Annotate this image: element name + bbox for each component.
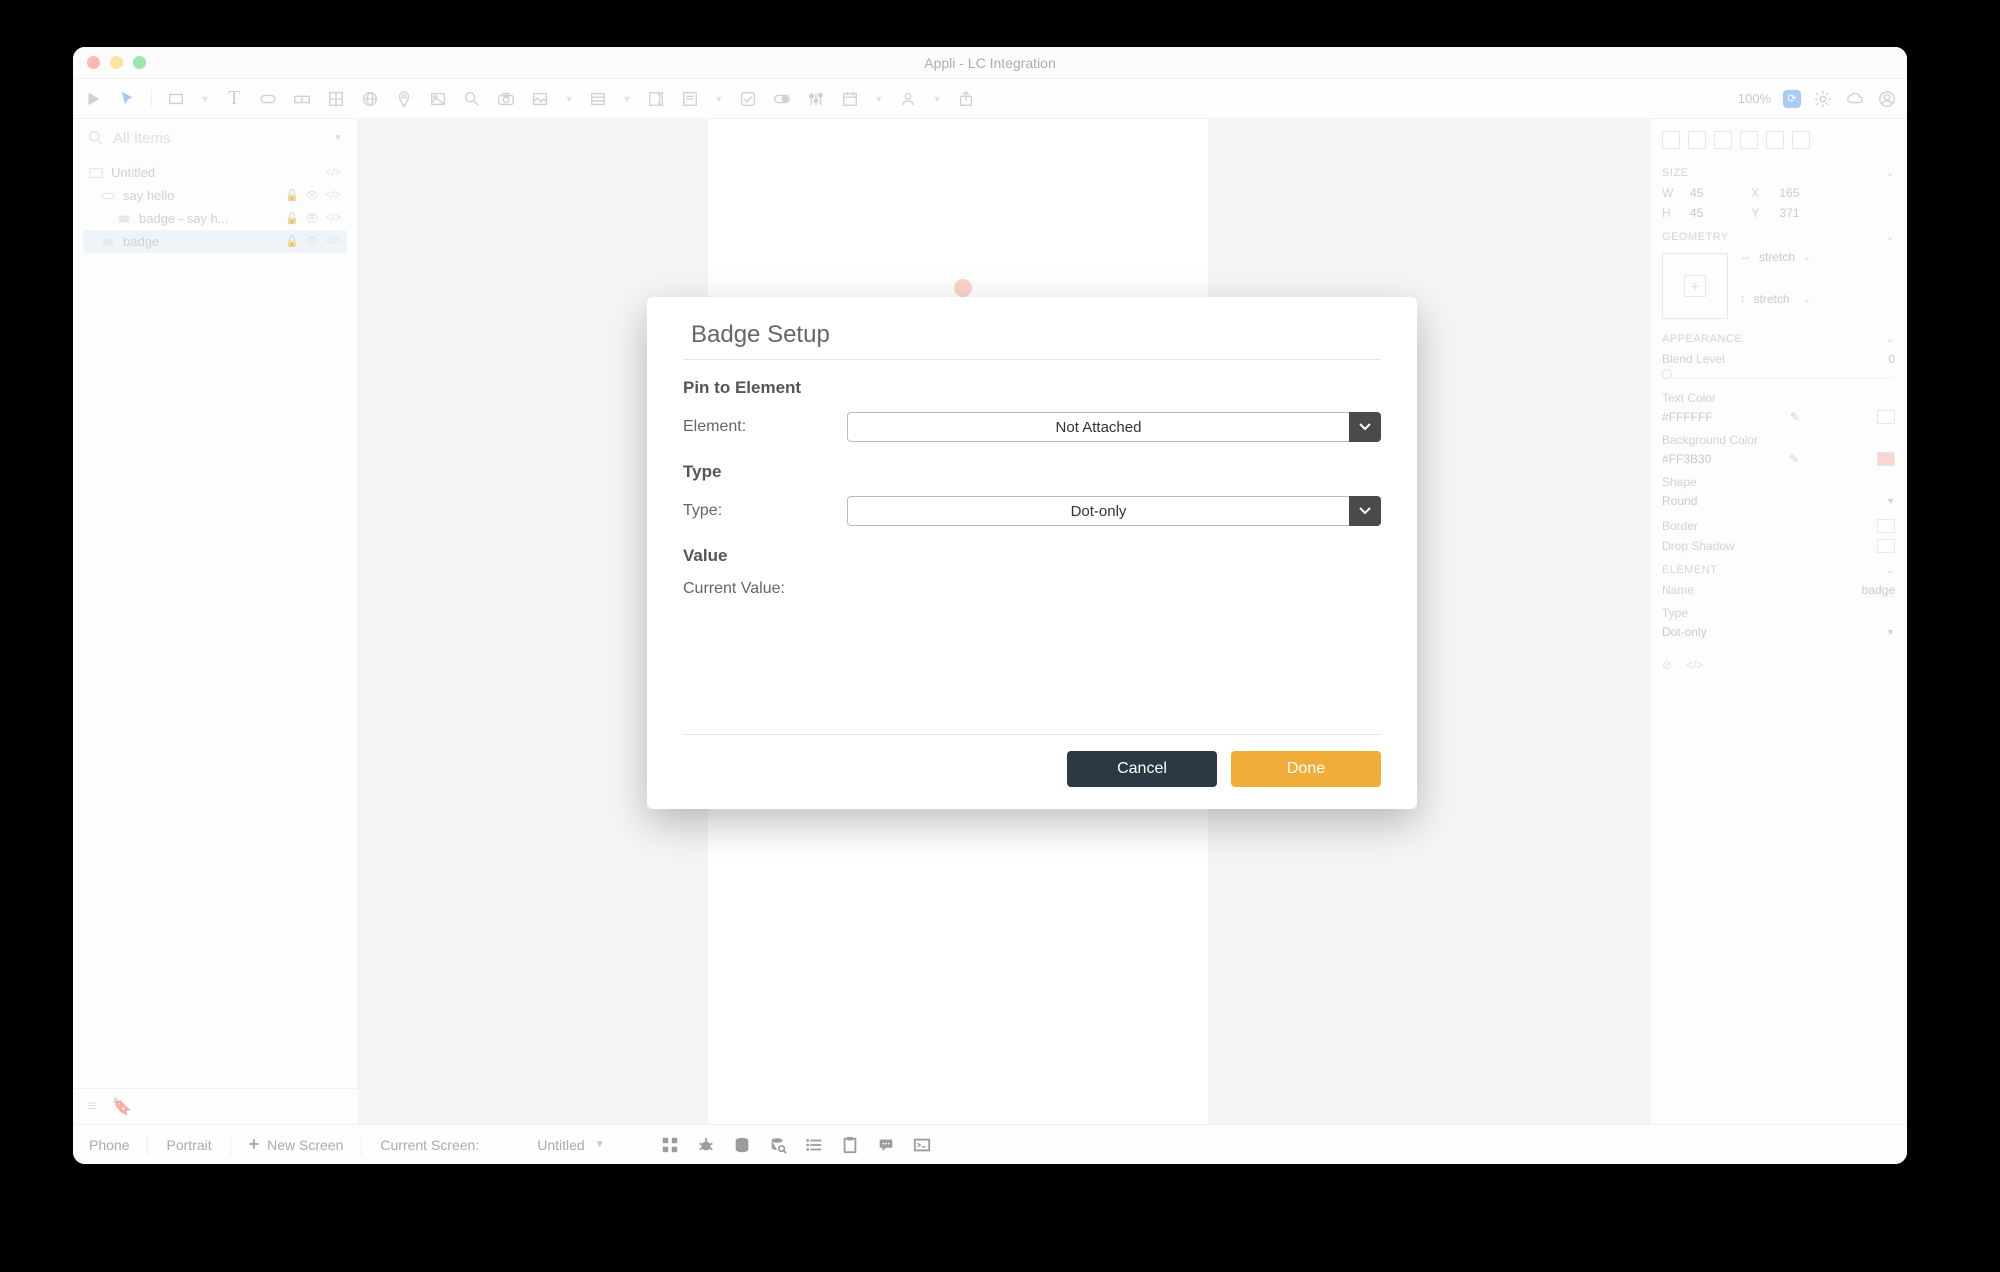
value-section-header: Value	[683, 542, 1381, 576]
cancel-button[interactable]: Cancel	[1067, 751, 1217, 787]
type-combobox[interactable]: Dot-only	[847, 496, 1381, 526]
done-button[interactable]: Done	[1231, 751, 1381, 787]
element-label: Element:	[683, 418, 833, 436]
chevron-down-icon[interactable]	[1349, 496, 1381, 526]
chevron-down-icon[interactable]	[1349, 412, 1381, 442]
element-combobox[interactable]: Not Attached	[847, 412, 1381, 442]
type-section-header: Type	[683, 458, 1381, 492]
modal-title: Badge Setup	[683, 321, 1381, 360]
type-label: Type:	[683, 502, 833, 520]
current-value-label: Current Value:	[683, 580, 785, 598]
badge-setup-modal: Badge Setup Pin to Element Element: Not …	[647, 297, 1417, 809]
app-window: Appli - LC Integration ▼ T ▼ ▼ ▼ ▼ ▼ 100…	[73, 47, 1907, 1164]
type-combobox-value: Dot-only	[847, 496, 1349, 526]
modal-overlay: Badge Setup Pin to Element Element: Not …	[73, 47, 1907, 1164]
pin-section-header: Pin to Element	[683, 374, 1381, 408]
element-combobox-value: Not Attached	[847, 412, 1349, 442]
